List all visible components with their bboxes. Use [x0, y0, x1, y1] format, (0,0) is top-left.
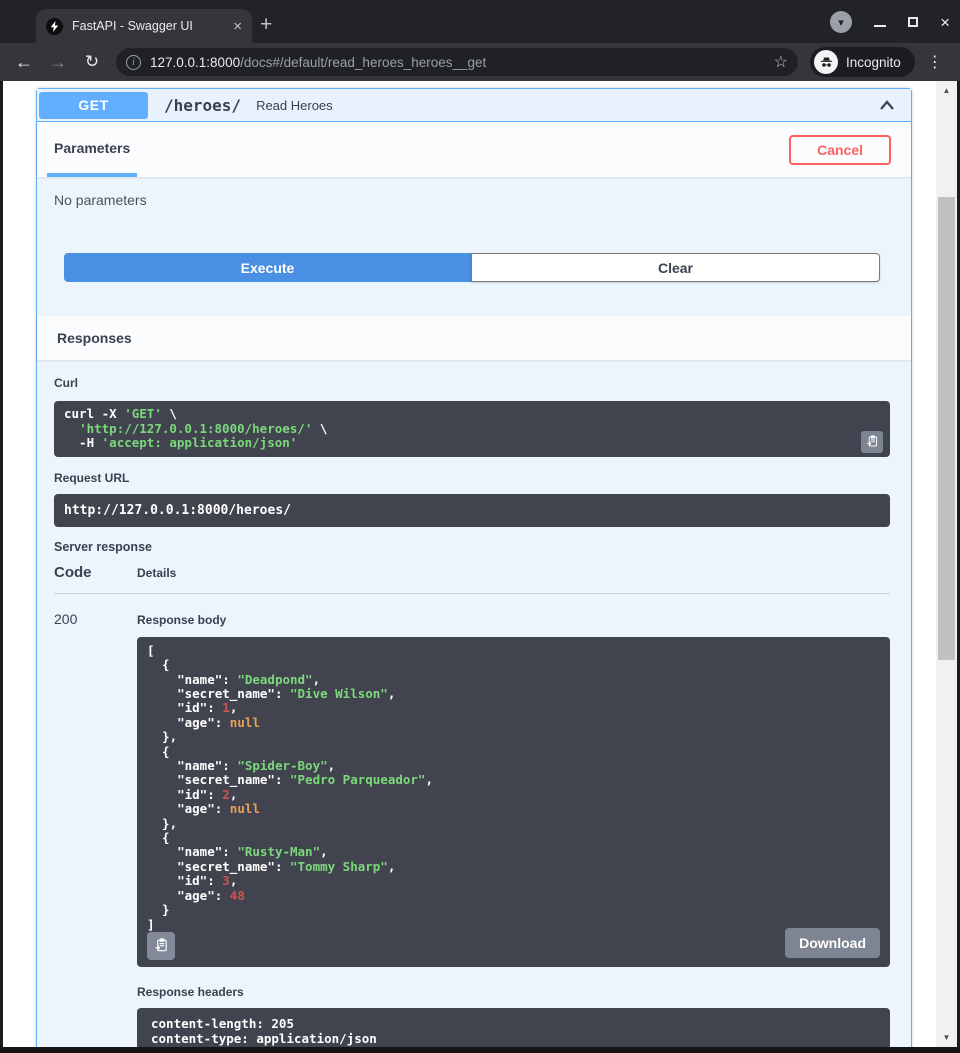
- tab-bar: FastAPI - Swagger UI × + ▾ ×: [0, 0, 960, 43]
- table-row: 200 Response body [ { "name": "Deadpond"…: [54, 594, 890, 1047]
- details-column-header: Details: [137, 566, 176, 580]
- scrollbar-thumb[interactable]: [938, 197, 955, 660]
- browser-menu-icon[interactable]: ⋮: [927, 52, 943, 72]
- back-button[interactable]: ←: [12, 52, 36, 73]
- cancel-button[interactable]: Cancel: [789, 135, 891, 165]
- window-border-left: [0, 81, 3, 1053]
- code-column-header: Code: [54, 564, 137, 581]
- incognito-badge: Incognito: [810, 47, 915, 77]
- tab-parameters[interactable]: Parameters: [47, 122, 137, 177]
- request-url-label: Request URL: [54, 471, 890, 485]
- incognito-label: Incognito: [846, 55, 901, 70]
- copy-response-button[interactable]: [147, 932, 175, 960]
- parameters-label: Parameters: [54, 140, 130, 156]
- parameters-body: No parameters Execute Clear: [37, 177, 911, 316]
- method-badge: GET: [39, 92, 148, 119]
- maximize-button[interactable]: [908, 17, 918, 27]
- opblock-header[interactable]: GET /heroes/ Read Heroes: [37, 89, 911, 122]
- server-response-label: Server response: [54, 540, 890, 554]
- execute-button[interactable]: Execute: [64, 253, 471, 282]
- url-host: 127.0.0.1:8000: [150, 55, 240, 70]
- parameters-header: Parameters Cancel: [37, 122, 911, 177]
- curl-code-block: curl -X 'GET' \ 'http://127.0.0.1:8000/h…: [54, 401, 890, 457]
- forward-button[interactable]: →: [46, 52, 70, 73]
- scroll-down-icon[interactable]: ▼: [936, 1033, 957, 1042]
- window-border-bottom: [0, 1047, 960, 1053]
- swagger-page: GET /heroes/ Read Heroes Parameters Canc…: [3, 81, 936, 1047]
- browser-tab[interactable]: FastAPI - Swagger UI ×: [36, 9, 252, 43]
- request-url-value: http://127.0.0.1:8000/heroes/: [64, 503, 291, 518]
- endpoint-path: /heroes/: [164, 96, 241, 115]
- incognito-icon: [814, 50, 838, 74]
- browser-toolbar: ← → ↻ i 127.0.0.1:8000/docs#/default/rea…: [0, 43, 960, 81]
- tab-title: FastAPI - Swagger UI: [72, 19, 225, 33]
- url-path: /docs#/default/read_heroes_heroes__get: [240, 55, 486, 70]
- reload-button[interactable]: ↻: [80, 52, 104, 72]
- clear-button[interactable]: Clear: [471, 253, 880, 282]
- tab-close-icon[interactable]: ×: [233, 18, 242, 35]
- profile-chevron-icon[interactable]: ▾: [830, 11, 852, 33]
- download-button[interactable]: Download: [785, 928, 880, 958]
- minimize-button[interactable]: [874, 25, 886, 27]
- fastapi-favicon-icon: [46, 18, 63, 35]
- server-response-table: Code Details 200 Response body [ { "name…: [54, 564, 890, 1047]
- new-tab-button[interactable]: +: [260, 10, 272, 40]
- scroll-up-icon[interactable]: ▲: [936, 86, 957, 95]
- responses-title: Responses: [57, 330, 132, 346]
- response-body-label: Response body: [137, 613, 226, 627]
- responses-body: Curl curl -X 'GET' \ 'http://127.0.0.1:8…: [37, 360, 911, 1047]
- window-close-button[interactable]: ×: [940, 14, 950, 31]
- status-code: 200: [54, 611, 137, 1047]
- response-headers-label: Response headers: [137, 985, 890, 999]
- bookmark-star-icon[interactable]: ☆: [774, 52, 788, 72]
- execute-row: Execute Clear: [64, 253, 880, 282]
- endpoint-summary: Read Heroes: [256, 98, 877, 113]
- curl-label: Curl: [54, 376, 78, 390]
- table-header-row: Code Details: [54, 564, 890, 594]
- window-controls: ▾ ×: [830, 11, 950, 33]
- response-headers-block: content-length: 205content-type: applica…: [137, 1008, 890, 1047]
- copy-curl-button[interactable]: [861, 431, 883, 453]
- response-details-cell: Response body [ { "name": "Deadpond", "s…: [137, 611, 890, 1047]
- body-actions: Download: [785, 928, 880, 958]
- request-url-block: http://127.0.0.1:8000/heroes/: [54, 494, 890, 527]
- site-info-icon[interactable]: i: [126, 55, 141, 70]
- url-text: 127.0.0.1:8000/docs#/default/read_heroes…: [150, 55, 768, 70]
- collapse-chevron-icon[interactable]: [877, 96, 897, 114]
- address-bar[interactable]: i 127.0.0.1:8000/docs#/default/read_hero…: [116, 48, 798, 76]
- page-scrollbar[interactable]: ▲ ▼: [936, 81, 957, 1047]
- no-parameters-text: No parameters: [54, 192, 880, 208]
- responses-header: Responses: [37, 316, 911, 360]
- opblock-get-heroes: GET /heroes/ Read Heroes Parameters Canc…: [36, 88, 912, 1047]
- response-body-block: [ { "name": "Deadpond", "secret_name": "…: [137, 637, 890, 967]
- browser-window: FastAPI - Swagger UI × + ▾ × ← → ↻ i 127…: [0, 0, 960, 1053]
